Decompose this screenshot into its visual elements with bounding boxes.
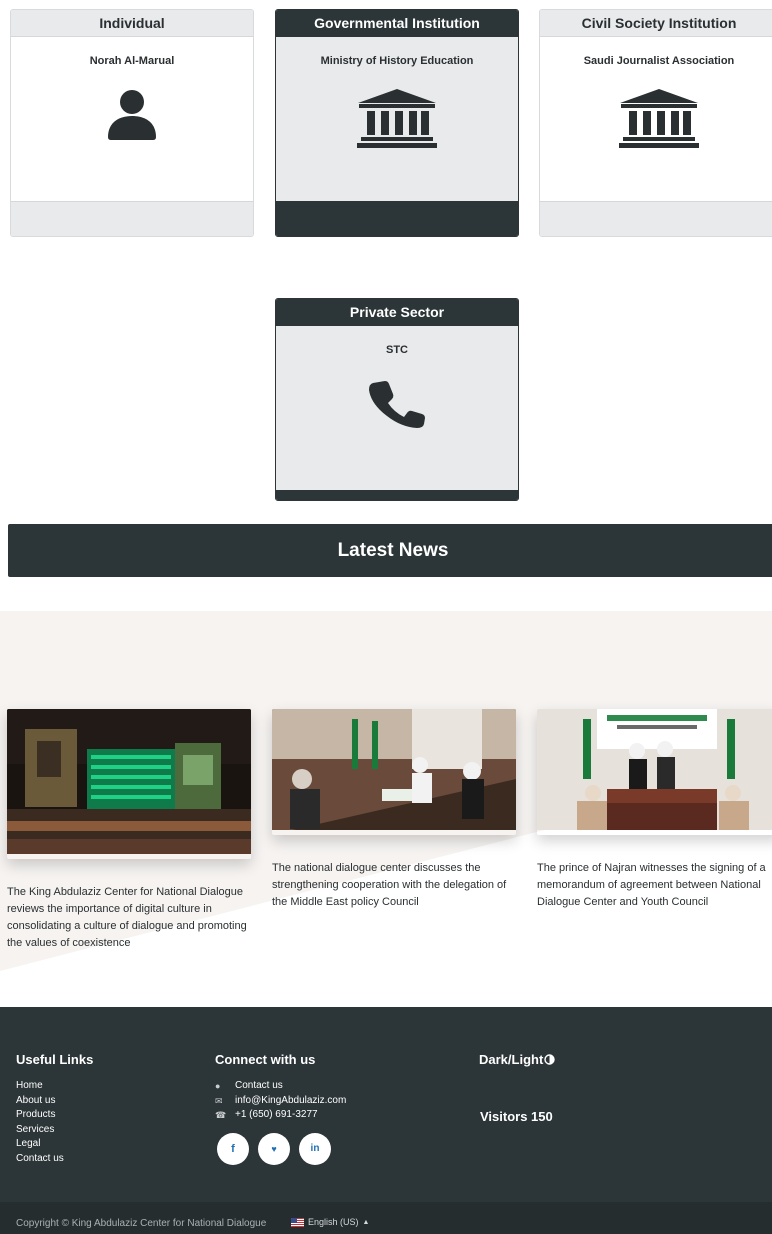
- news-item[interactable]: The prince of Najran witnesses the signi…: [537, 709, 772, 911]
- card-name: Ministry of History Education: [320, 55, 474, 67]
- bank-icon: [540, 89, 772, 149]
- contact-list: ● Contact us ✉ info@KingAbdulaziz.com ☎ …: [215, 1079, 346, 1123]
- news-image-building-night[interactable]: [7, 709, 251, 859]
- bank-icon: [276, 89, 518, 149]
- news-image-signing-ceremony[interactable]: [537, 709, 772, 835]
- card-header: Individual: [11, 10, 253, 37]
- footer-link-about[interactable]: About us: [16, 1094, 64, 1109]
- linkedin-icon[interactable]: in: [299, 1133, 331, 1165]
- card-private-sector[interactable]: Private Sector STC: [275, 298, 519, 501]
- user-icon: [11, 89, 253, 141]
- footer-link-contact[interactable]: Contact us: [16, 1152, 64, 1167]
- useful-links-title: Useful Links: [16, 1052, 94, 1067]
- footer-link-home[interactable]: Home: [16, 1079, 64, 1094]
- contrast-icon: [544, 1054, 555, 1065]
- card-footer: [540, 201, 772, 236]
- email-row[interactable]: ✉ info@KingAbdulaziz.com: [215, 1094, 346, 1109]
- twitter-icon[interactable]: ♥: [258, 1133, 290, 1165]
- language-label: English (US): [308, 1217, 359, 1227]
- visitors-count: Visitors 150: [480, 1109, 553, 1124]
- card-name: STC: [386, 344, 408, 356]
- card-name: Saudi Journalist Association: [583, 55, 735, 67]
- contact-text: Contact us: [235, 1080, 283, 1091]
- card-footer: [276, 490, 518, 500]
- card-header: Governmental Institution: [276, 10, 518, 37]
- language-selector[interactable]: English (US) ▲: [291, 1217, 369, 1227]
- card-individual[interactable]: Individual Norah Al-Marual: [10, 9, 254, 237]
- footer-link-services[interactable]: Services: [16, 1123, 64, 1138]
- footer: Useful Links Home About us Products Serv…: [0, 1007, 772, 1202]
- news-image-meeting[interactable]: [272, 709, 516, 835]
- contact-row[interactable]: ● Contact us: [215, 1079, 346, 1094]
- phone-text: +1 (650) 691-3277: [235, 1109, 318, 1121]
- chat-icon: ●: [215, 1081, 221, 1091]
- news-item[interactable]: The King Abdulaziz Center for National D…: [7, 709, 251, 952]
- card-governmental[interactable]: Governmental Institution Ministry of His…: [275, 9, 519, 237]
- news-text: The prince of Najran witnesses the signi…: [537, 862, 766, 908]
- card-civil-society[interactable]: Civil Society Institution Saudi Journali…: [539, 9, 772, 237]
- useful-links-list: Home About us Products Services Legal Co…: [16, 1079, 64, 1167]
- card-body: STC: [276, 326, 518, 490]
- news-text: The King Abdulaziz Center for National D…: [7, 886, 247, 949]
- news-text: The national dialogue center discusses t…: [272, 862, 507, 908]
- card-footer: [11, 201, 253, 236]
- phone-row[interactable]: ☎ +1 (650) 691-3277: [215, 1108, 346, 1123]
- email-text: info@KingAbdulaziz.com: [235, 1094, 347, 1106]
- card-name: Norah Al-Marual: [89, 55, 175, 67]
- card-header: Private Sector: [276, 299, 518, 326]
- facebook-icon[interactable]: f: [217, 1133, 249, 1165]
- phone-icon: ☎: [215, 1110, 227, 1121]
- card-footer: [276, 201, 518, 236]
- footer-link-products[interactable]: Products: [16, 1108, 64, 1123]
- card-body: Norah Al-Marual: [11, 37, 253, 201]
- page: Individual Norah Al-Marual Governmental …: [0, 0, 772, 1234]
- us-flag-icon: [291, 1217, 304, 1227]
- phone-icon: [276, 380, 518, 430]
- copyright-bar: Copyright © King Abdulaziz Center for Na…: [0, 1202, 772, 1234]
- card-body: Saudi Journalist Association: [540, 37, 772, 201]
- card-header: Civil Society Institution: [540, 10, 772, 37]
- card-body: Ministry of History Education: [276, 37, 518, 201]
- theme-toggle-label: Dark/Light: [479, 1052, 544, 1067]
- copyright-text: Copyright © King Abdulaziz Center for Na…: [16, 1218, 267, 1229]
- theme-toggle[interactable]: Dark/Light: [479, 1052, 555, 1067]
- mail-icon: ✉: [215, 1095, 223, 1106]
- latest-news-title: Latest News: [8, 524, 772, 577]
- connect-title: Connect with us: [215, 1052, 316, 1067]
- footer-link-legal[interactable]: Legal: [16, 1137, 64, 1152]
- news-item[interactable]: The national dialogue center discusses t…: [272, 709, 516, 911]
- caret-up-icon: ▲: [362, 1218, 370, 1226]
